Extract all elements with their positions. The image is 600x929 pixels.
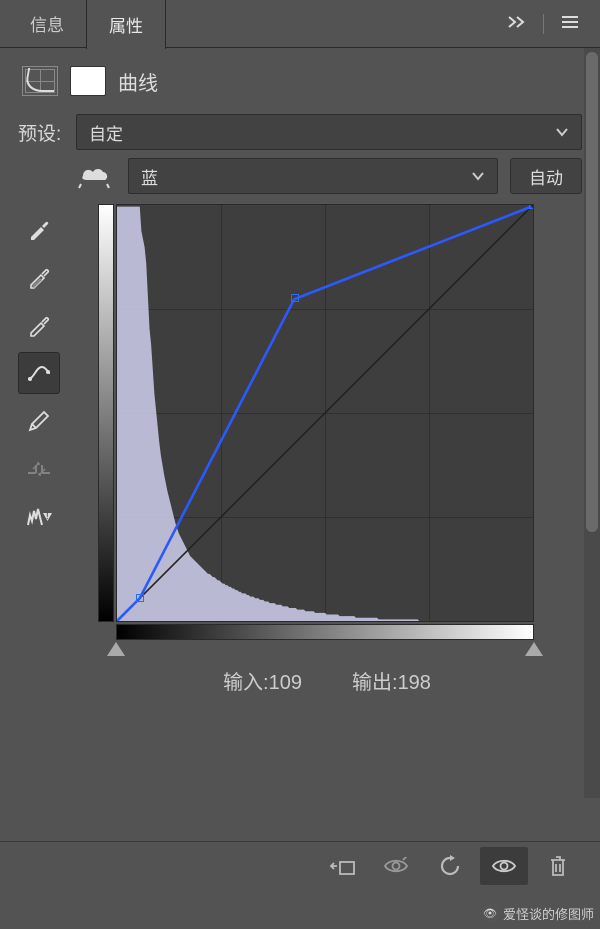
input-gradient (116, 624, 534, 640)
curve-control-point[interactable] (136, 594, 144, 602)
auto-button[interactable]: 自动 (510, 158, 582, 194)
eyedropper-black-icon[interactable] (18, 208, 60, 250)
eyedropper-gray-icon[interactable] (18, 256, 60, 298)
curve-point-tool-icon[interactable] (18, 352, 60, 394)
panel-menu-icon[interactable] (560, 14, 580, 34)
tab-info[interactable]: 信息 (8, 0, 86, 48)
panel-title: 曲线 (118, 67, 158, 96)
curve-control-point[interactable] (529, 204, 534, 209)
target-adjust-icon[interactable] (72, 158, 116, 194)
tab-properties[interactable]: 属性 (86, 0, 166, 49)
panel-footer (0, 841, 600, 889)
curve-control-point[interactable] (291, 294, 299, 302)
curve-canvas[interactable] (116, 204, 534, 622)
layer-mask-thumb[interactable] (70, 66, 106, 96)
scrollbar-thumb[interactable] (586, 52, 598, 532)
curves-adjustment-icon[interactable] (22, 66, 58, 96)
panel-scrollbar[interactable] (584, 48, 600, 798)
input-readout: 输入:109 (223, 666, 302, 695)
delete-icon[interactable] (534, 847, 582, 885)
chevron-down-icon (555, 122, 569, 142)
expand-icon[interactable] (507, 14, 527, 34)
white-point-slider[interactable] (525, 642, 543, 656)
tab-bar: 信息 属性 (0, 0, 600, 48)
channel-value: 蓝 (141, 164, 158, 189)
view-previous-icon[interactable] (372, 847, 420, 885)
reset-icon[interactable] (426, 847, 474, 885)
clip-to-layer-icon[interactable] (318, 847, 366, 885)
black-point-slider[interactable] (107, 642, 125, 656)
preset-label: 预设: (18, 119, 66, 146)
preset-value: 自定 (89, 120, 123, 145)
preset-select[interactable]: 自定 (76, 114, 582, 150)
eyedropper-white-icon[interactable] (18, 304, 60, 346)
histogram-clip-icon[interactable]: ! (18, 496, 60, 538)
weibo-icon: 👁 (481, 905, 499, 923)
watermark: 👁 爱怪谈的修图师 (481, 904, 594, 923)
output-gradient (98, 204, 114, 622)
curves-tool-sidebar: ! (18, 204, 64, 695)
pencil-tool-icon[interactable] (18, 400, 60, 442)
curves-graph[interactable] (116, 204, 582, 622)
output-readout: 输出:198 (352, 666, 431, 695)
channel-select[interactable]: 蓝 (128, 158, 498, 194)
histogram (117, 205, 533, 621)
toggle-visibility-icon[interactable] (480, 847, 528, 885)
svg-text:!: ! (46, 511, 49, 521)
divider (543, 14, 544, 34)
smooth-tool-icon[interactable] (18, 448, 60, 490)
chevron-down-icon (471, 166, 485, 186)
